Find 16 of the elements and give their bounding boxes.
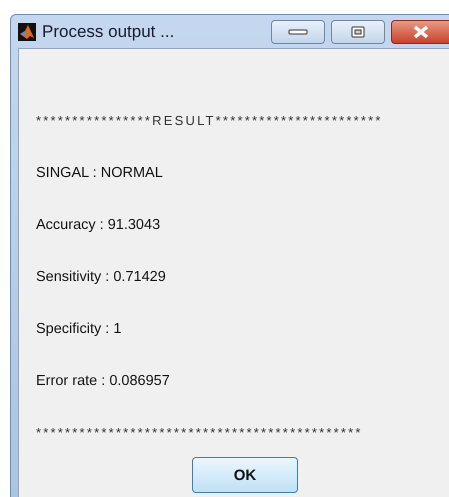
result-text: Sensitivity : 0.71429 — [36, 268, 167, 287]
result-text: Specificity : 1 — [36, 320, 122, 339]
separator-text: ********************************************* — [36, 424, 364, 442]
window-title: Process output ... — [42, 22, 174, 42]
close-icon — [412, 24, 430, 38]
maximize-icon — [351, 26, 365, 38]
result-text: SINGAL : NORMAL — [36, 164, 164, 183]
close-button[interactable] — [391, 20, 449, 44]
app-logo-icon — [18, 22, 36, 40]
separator-text: ****************RESULT*********************** — [36, 112, 384, 130]
result-text: Accuracy : 91.3043 — [36, 216, 162, 235]
ok-button[interactable]: OK — [192, 457, 298, 493]
result-text: Error rate : 0.086957 — [36, 372, 171, 391]
minimize-icon — [288, 28, 308, 36]
maximize-button[interactable] — [331, 20, 385, 44]
minimize-button[interactable] — [271, 20, 325, 44]
